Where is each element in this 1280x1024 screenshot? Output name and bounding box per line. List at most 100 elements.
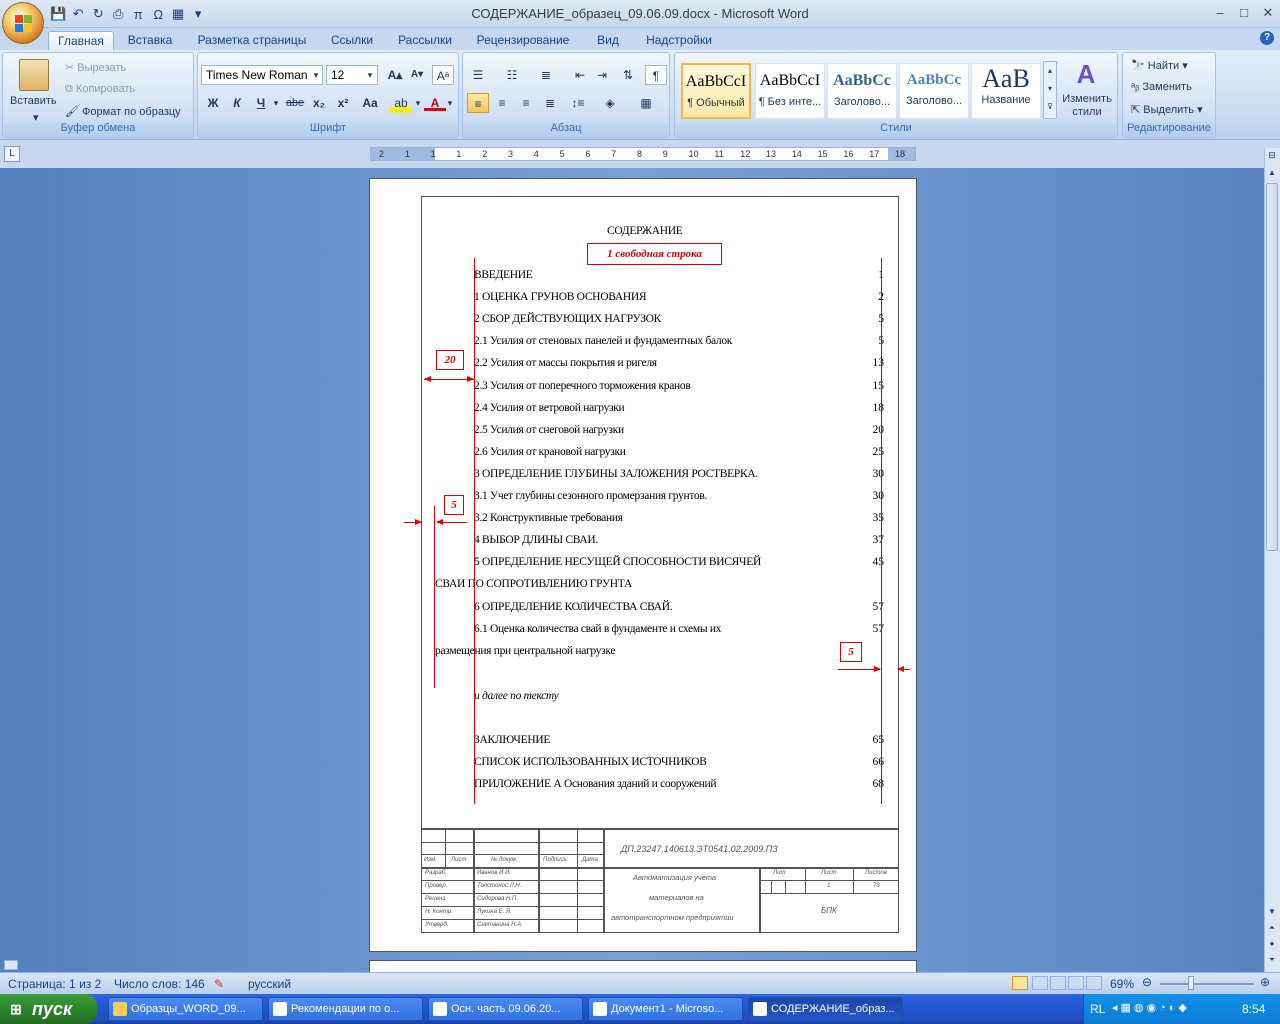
minimize-button[interactable]: – — [1208, 4, 1232, 22]
zoom-in-icon[interactable]: ⊕ — [1260, 975, 1270, 989]
sort-icon[interactable]: ⇅ — [617, 65, 639, 85]
scroll-up-icon[interactable]: ▲ — [1266, 168, 1278, 180]
zoom-out-icon[interactable]: ⊖ — [1142, 975, 1152, 989]
multilevel-list-icon[interactable]: ≣ — [535, 65, 557, 85]
browse-buttons[interactable]: ▼ ⏶ ● ⏷ — [1266, 904, 1278, 968]
page-count-status[interactable]: Страница: 1 из 2 — [8, 977, 101, 991]
borders-icon[interactable]: ▦ — [635, 93, 657, 113]
change-styles-button[interactable]: Изменить стили — [1061, 93, 1113, 119]
editing-group: 🔭 Найти ▾ ᵃᵦ Заменить ⇱ Выделить ▾ Редак… — [1122, 52, 1216, 138]
zoom-level[interactable]: 69% — [1110, 977, 1134, 991]
find-button[interactable]: 🔭 Найти ▾ — [1131, 59, 1188, 72]
tab-mailings[interactable]: Рассылки — [390, 31, 460, 50]
taskbar-item[interactable]: Осн. часть 09.06.20... — [428, 997, 583, 1021]
select-button[interactable]: ⇱ Выделить ▾ — [1131, 103, 1203, 116]
cut-button[interactable]: ✂ Вырезать — [65, 61, 126, 74]
font-name-dropdown-icon[interactable]: ▾ — [310, 65, 322, 85]
tab-view[interactable]: Вид — [588, 31, 628, 50]
underline-button[interactable]: Ч — [250, 93, 272, 113]
tab-addins[interactable]: Надстройки — [640, 31, 718, 50]
stamp-lit: Лит. — [773, 870, 788, 876]
show-formatting-marks-icon[interactable]: ¶ — [645, 65, 667, 85]
paste-icon[interactable] — [19, 59, 49, 91]
increase-indent-icon[interactable]: ⇥ — [591, 65, 613, 85]
scrollbar-thumb[interactable] — [1266, 183, 1278, 551]
justify-icon[interactable]: ≣ — [539, 93, 561, 113]
language-indicator[interactable]: RL — [1090, 1002, 1105, 1016]
editing-group-label: Редактирование — [1123, 122, 1215, 137]
font-name-field[interactable]: Times New Roman — [201, 65, 323, 85]
web-layout-icon[interactable] — [1050, 976, 1066, 990]
tab-home[interactable]: Главная — [48, 31, 114, 50]
full-reading-icon[interactable] — [1032, 976, 1048, 990]
stamp-line — [805, 867, 806, 893]
grow-font-icon[interactable]: A▴ — [384, 65, 406, 85]
shrink-font-icon[interactable]: A▾ — [406, 65, 428, 85]
language-status[interactable]: русский — [248, 977, 291, 991]
tab-page-layout[interactable]: Разметка страницы — [190, 31, 314, 50]
toc-page-number: 1 — [854, 269, 884, 281]
highlight-icon[interactable]: ab — [390, 93, 412, 113]
maximize-button[interactable]: □ — [1232, 4, 1256, 22]
proofing-icon[interactable]: ✎ — [214, 977, 224, 991]
align-center-icon[interactable]: ≡ — [491, 93, 513, 113]
italic-button[interactable]: К — [226, 93, 248, 113]
styles-scroll-icon[interactable]: ▴ ▾ ⊽ — [1043, 61, 1057, 119]
taskbar-item[interactable]: СОДЕРЖАНИЕ_образ... — [748, 997, 903, 1021]
taskbar-item[interactable]: Документ1 - Microso... — [588, 997, 743, 1021]
highlight-dropdown-icon[interactable]: ▾ — [412, 93, 424, 113]
print-layout-icon[interactable] — [1012, 976, 1028, 990]
align-right-icon[interactable]: ≡ — [515, 93, 537, 113]
style-no-spacing[interactable]: AaBbCcI ¶ Без инте... — [755, 63, 825, 119]
paste-button[interactable]: Вставить — [10, 95, 57, 107]
tab-references[interactable]: Ссылки — [324, 31, 380, 50]
shading-icon[interactable]: ◈ — [599, 93, 621, 113]
bullets-icon[interactable]: ☰ — [467, 65, 489, 85]
tab-selector[interactable]: L — [4, 146, 20, 162]
tab-review[interactable]: Рецензирование — [470, 31, 576, 50]
draft-icon[interactable] — [1086, 976, 1102, 990]
horizontal-ruler[interactable]: 2 1 1 1 2 3 4 5 6 7 8 9 10 11 12 13 14 15 16 17 18 — [370, 147, 916, 161]
font-color-icon[interactable]: A — [424, 93, 446, 111]
change-styles-icon[interactable]: A — [1071, 59, 1101, 90]
ruler-tick: 13 — [766, 149, 777, 159]
subscript-button[interactable]: x₂ — [308, 93, 330, 113]
zoom-slider[interactable] — [1160, 983, 1254, 985]
close-button[interactable]: ✕ — [1256, 4, 1280, 22]
align-left-icon[interactable]: ≡ — [467, 93, 489, 113]
style-heading-2[interactable]: AaBbCc Заголово... — [899, 63, 969, 119]
document-page-2[interactable] — [369, 960, 917, 972]
view-ruler-icon[interactable]: ⊟ — [1266, 150, 1278, 164]
strikethrough-button[interactable]: abe — [284, 93, 306, 113]
replace-button[interactable]: ᵃᵦ Заменить — [1131, 81, 1192, 93]
copy-button[interactable]: ⧉ Копировать — [65, 83, 135, 96]
style-normal[interactable]: AaBbCcI ¶ Обычный — [681, 63, 751, 119]
style-title[interactable]: AaB Название — [971, 63, 1041, 119]
clear-formatting-icon[interactable]: Aᵃ — [432, 65, 454, 85]
bold-button[interactable]: Ж — [202, 93, 224, 113]
font-size-dropdown-icon[interactable]: ▾ — [364, 65, 376, 85]
format-painter-button[interactable]: 🖌 Формат по образцу — [65, 105, 181, 118]
zoom-slider-thumb[interactable] — [1188, 976, 1194, 990]
clipboard-group-label: Буфер обмена — [3, 122, 193, 137]
vertical-ruler-stub — [4, 960, 18, 970]
taskbar-item[interactable]: Рекомендации по о... — [268, 997, 423, 1021]
style-heading-1[interactable]: AaBbCc Заголово... — [827, 63, 897, 119]
tray-icons[interactable]: ◂▦◍◉◔◐◆ — [1112, 1001, 1190, 1014]
continue-note: и далее по тексту — [474, 690, 559, 702]
outline-icon[interactable] — [1068, 976, 1084, 990]
stamp-person: Толстонос Л.Н. — [477, 883, 522, 889]
taskbar-item[interactable]: Образцы_WORD_09... — [108, 997, 263, 1021]
help-icon[interactable]: ? — [1260, 31, 1274, 45]
word-count-status[interactable]: Число слов: 146 — [114, 977, 205, 991]
underline-dropdown-icon[interactable]: ▾ — [270, 93, 282, 113]
change-case-button[interactable]: Aa — [356, 93, 384, 113]
start-button[interactable]: ⊞ пуск — [0, 994, 97, 1024]
line-spacing-icon[interactable]: ↕≡ — [567, 93, 589, 113]
tab-insert[interactable]: Вставка — [120, 31, 180, 50]
numbering-icon[interactable]: ☷ — [501, 65, 523, 85]
font-color-dropdown-icon[interactable]: ▾ — [444, 93, 456, 113]
superscript-button[interactable]: x² — [332, 93, 354, 113]
decrease-indent-icon[interactable]: ⇤ — [569, 65, 591, 85]
office-button[interactable] — [2, 2, 44, 44]
